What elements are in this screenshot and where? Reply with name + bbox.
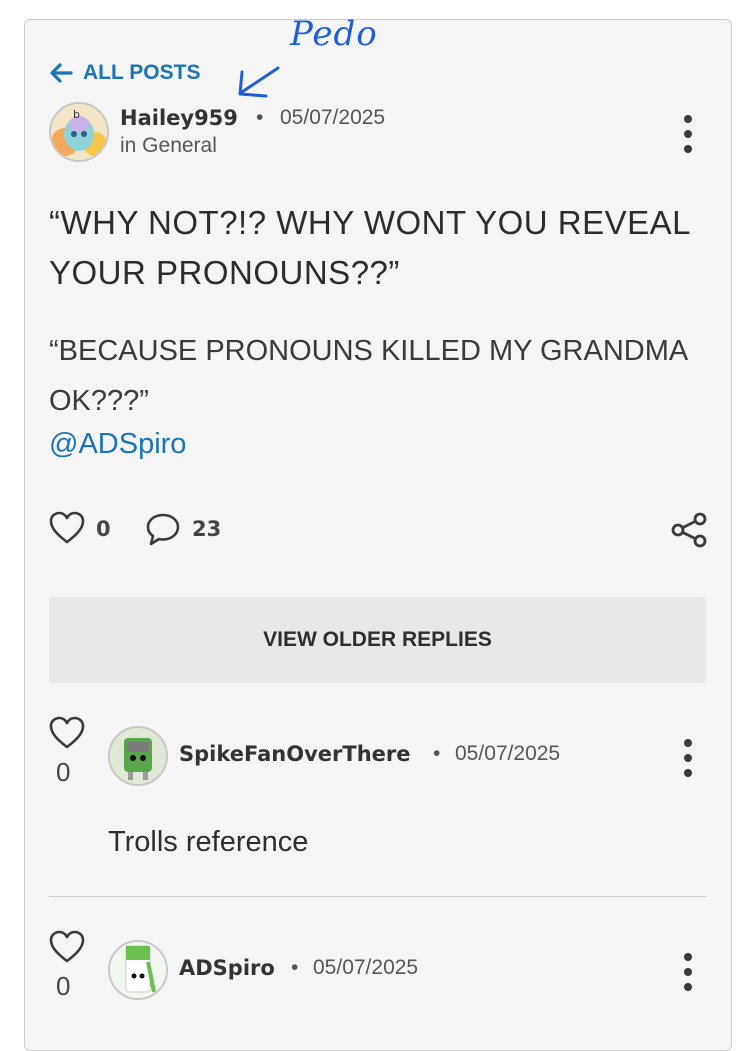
reply-like-count: 0 [56, 971, 71, 1001]
comment-count: 23 [192, 517, 222, 541]
post-author[interactable]: Hailey959 [120, 106, 238, 130]
all-posts-label: ALL POSTS [83, 61, 201, 84]
post-date: 05/07/2025 [280, 106, 386, 129]
like-count: 0 [96, 517, 111, 541]
post-separator: • [256, 106, 264, 129]
reply-like-heart-icon[interactable] [49, 716, 85, 750]
svg-text:b: b [73, 108, 80, 121]
post-title: “WHY NOT?!? WHY WONT YOU REVEAL YOUR PRO… [49, 204, 690, 291]
reply-avatar[interactable] [108, 726, 168, 786]
all-posts-link[interactable]: ALL POSTS [49, 61, 200, 85]
reply-more-options-icon[interactable] [684, 739, 692, 777]
arrow-left-icon [50, 63, 73, 83]
avatar[interactable]: b [49, 102, 109, 162]
reply-like-count: 0 [56, 757, 71, 787]
post-body: “BECAUSE PRONOUNS KILLED MY GRANDMA OK??… [49, 335, 687, 417]
share-icon[interactable] [670, 512, 708, 548]
reply-author[interactable]: ADSpiro [179, 956, 275, 980]
reply-more-options-icon[interactable] [684, 953, 692, 991]
reply-avatar-image [110, 728, 166, 784]
reply-text: Trolls reference [108, 826, 309, 858]
reply-like-heart-icon[interactable] [49, 930, 85, 964]
reply-separator: • [291, 956, 299, 979]
reply-date: 05/07/2025 [313, 956, 419, 979]
post-more-options-icon[interactable] [684, 115, 692, 153]
reply-author[interactable]: SpikeFanOverThere [179, 742, 411, 766]
reply-avatar[interactable] [108, 940, 168, 1000]
reply-date: 05/07/2025 [455, 742, 561, 765]
annotation-arrow-icon [238, 66, 280, 98]
view-older-replies-button[interactable]: VIEW OLDER REPLIES [49, 597, 706, 683]
like-heart-icon[interactable] [49, 511, 85, 545]
mention-link[interactable]: @ADSpiro [49, 428, 186, 461]
handwritten-annotation: Pedo [290, 14, 378, 54]
comment-icon[interactable] [145, 512, 181, 548]
reply-separator: • [433, 742, 441, 765]
reply-avatar-image [110, 942, 166, 998]
avatar-image: b [51, 104, 107, 160]
post-category[interactable]: in General [120, 134, 217, 158]
reply-divider [49, 896, 706, 897]
